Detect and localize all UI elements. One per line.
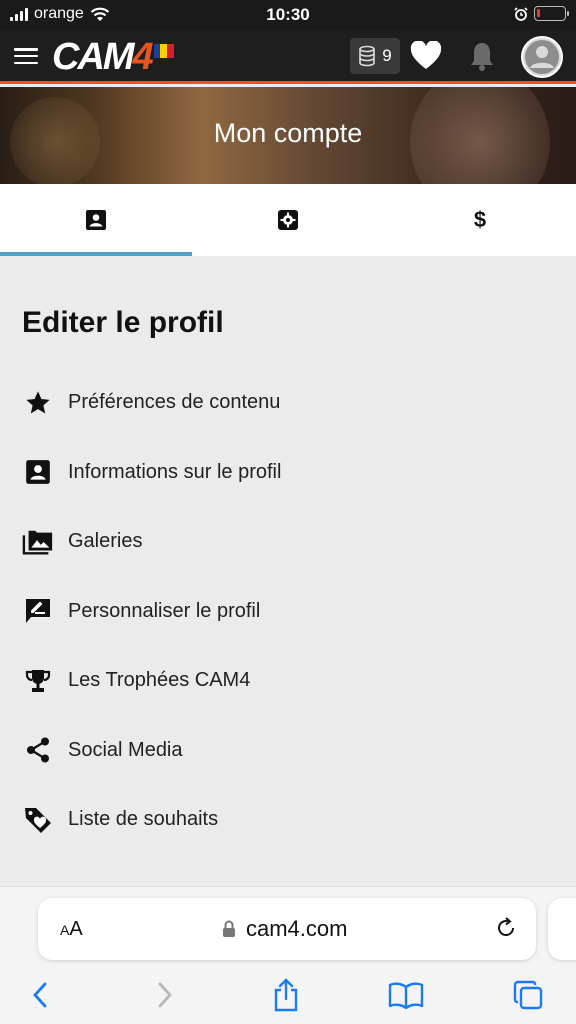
bookmarks-button[interactable] xyxy=(386,975,426,1015)
tab-settings[interactable] xyxy=(192,184,384,256)
section-title: Editer le profil xyxy=(22,306,224,339)
chevron-left-icon xyxy=(33,982,47,1008)
tabs-button[interactable] xyxy=(508,975,548,1015)
tokens-button[interactable]: 9 xyxy=(350,38,400,74)
trophy-icon xyxy=(25,669,51,692)
menu-item-trophies[interactable]: Les Trophées CAM4 xyxy=(0,646,576,716)
text-size-button[interactable]: AA xyxy=(60,918,83,941)
user-icon xyxy=(525,40,559,74)
menu-item-label: Personnaliser le profil xyxy=(68,599,261,622)
url-domain: cam4.com xyxy=(246,916,348,941)
profile-card-icon xyxy=(86,210,106,230)
menu-item-label: Liste de souhaits xyxy=(68,808,219,831)
reload-icon[interactable] xyxy=(494,916,518,940)
gallery-icon xyxy=(22,530,53,555)
browser-bottom-bar: AA cam4.com xyxy=(0,886,576,1024)
menu-item-label: Social Media xyxy=(68,738,183,761)
tab-payments[interactable]: $ xyxy=(384,184,576,256)
tabs-icon xyxy=(513,980,543,1010)
profile-card-icon xyxy=(26,460,50,485)
heart-icon[interactable] xyxy=(410,41,442,71)
menu-item-wishlist[interactable]: Liste de souhaits xyxy=(0,785,576,855)
bell-icon[interactable] xyxy=(468,40,496,72)
menu-item-galleries[interactable]: Galeries xyxy=(0,507,576,577)
tag-heart-icon xyxy=(25,807,51,833)
edit-signature-icon xyxy=(26,599,50,624)
browser-toolbar xyxy=(0,975,576,1015)
menu-item-label: Les Trophées CAM4 xyxy=(68,669,251,692)
lock-icon xyxy=(223,920,235,937)
next-tab-preview[interactable] xyxy=(548,898,576,960)
avatar[interactable] xyxy=(521,36,563,78)
share-sheet-icon xyxy=(274,978,298,1012)
back-button[interactable] xyxy=(20,975,60,1015)
account-tabs: $ xyxy=(0,184,576,256)
menu-item-label: Préférences de contenu xyxy=(68,391,281,414)
star-icon xyxy=(26,391,50,414)
alarm-icon xyxy=(514,6,528,21)
menu-item-label: Informations sur le profil xyxy=(68,460,282,483)
menu-item-social-media[interactable]: Social Media xyxy=(0,716,576,786)
clock: 10:30 xyxy=(266,5,310,24)
share-icon xyxy=(27,737,49,763)
app-header: CAM4 9 xyxy=(0,30,576,84)
menu-item-content-preferences[interactable]: Préférences de contenu xyxy=(0,368,576,438)
profile-menu: Préférences de contenu Informations sur … xyxy=(0,368,576,855)
dollar-icon: $ xyxy=(473,207,487,232)
menu-item-profile-info[interactable]: Informations sur le profil xyxy=(0,438,576,508)
status-bar: orange 10:30 xyxy=(0,0,576,30)
menu-item-customize-profile[interactable]: Personnaliser le profil xyxy=(0,577,576,647)
cam4-logo[interactable]: CAM4 xyxy=(52,36,174,78)
tokens-count: 9 xyxy=(382,46,392,65)
chevron-right-icon xyxy=(158,982,172,1008)
book-icon xyxy=(388,982,424,1009)
page-title: Mon compte xyxy=(213,118,363,148)
share-button[interactable] xyxy=(266,975,306,1015)
edit-profile-section: Editer le profil Préférences de contenu … xyxy=(0,256,576,886)
tab-profile[interactable] xyxy=(0,184,192,256)
gear-icon xyxy=(278,210,298,230)
battery-icon xyxy=(534,6,569,21)
menu-icon[interactable] xyxy=(14,46,38,66)
address-bar[interactable]: AA cam4.com xyxy=(38,898,536,960)
flag-icon xyxy=(153,44,174,58)
menu-item-label: Galeries xyxy=(68,530,143,553)
coins-icon xyxy=(359,45,376,67)
forward-button[interactable] xyxy=(145,975,185,1015)
